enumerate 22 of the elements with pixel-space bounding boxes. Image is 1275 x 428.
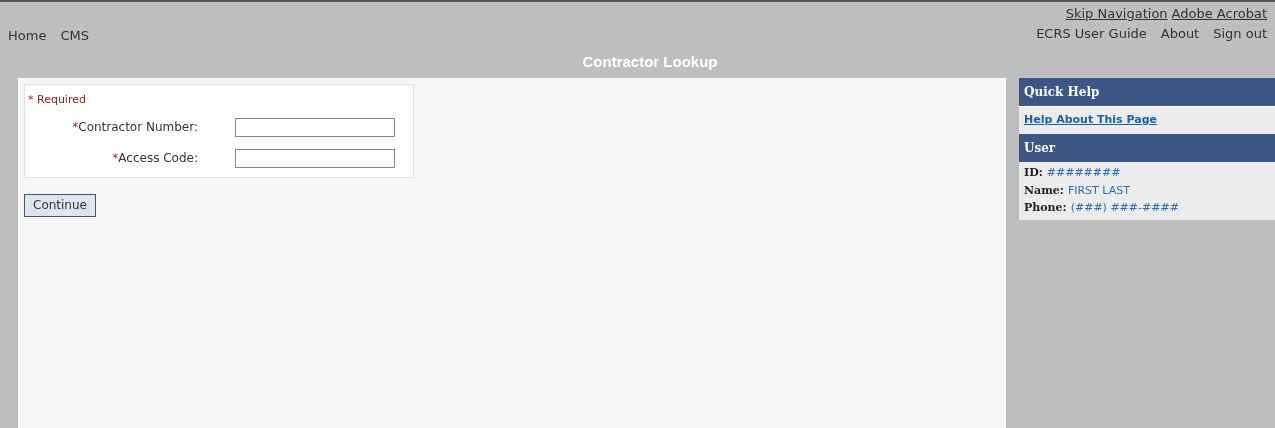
header-link[interactable]: Skip Navigation <box>1065 4 1168 24</box>
continue-button[interactable]: Continue <box>24 193 96 217</box>
nav-link[interactable]: ECRS User Guide <box>1036 23 1147 43</box>
input-field[interactable] <box>235 117 395 137</box>
section-header: User <box>1019 134 1275 162</box>
header-link[interactable]: Adobe Acrobat <box>1171 4 1267 24</box>
user-label: Name: <box>1024 182 1064 199</box>
input-field[interactable] <box>235 148 395 168</box>
user-label: Phone: <box>1024 200 1067 216</box>
section-header: Quick Help <box>1019 78 1275 106</box>
user-value: FIRST LAST <box>1067 182 1130 199</box>
user-value: ######## <box>1046 165 1121 181</box>
field-label: *Access Code: <box>111 150 198 167</box>
field-label: *Contractor Number: <box>71 119 198 136</box>
user-value: (###) ###-#### <box>1070 200 1179 216</box>
nav-link[interactable]: Home <box>8 26 47 46</box>
nav-link[interactable]: Sign out <box>1213 23 1267 43</box>
nav-link[interactable]: CMS <box>60 26 89 46</box>
nav-link[interactable]: About <box>1160 23 1200 43</box>
required-note: * Required <box>28 92 86 108</box>
page-title: Contractor Lookup <box>581 52 719 72</box>
user-label: ID: <box>1024 165 1043 181</box>
